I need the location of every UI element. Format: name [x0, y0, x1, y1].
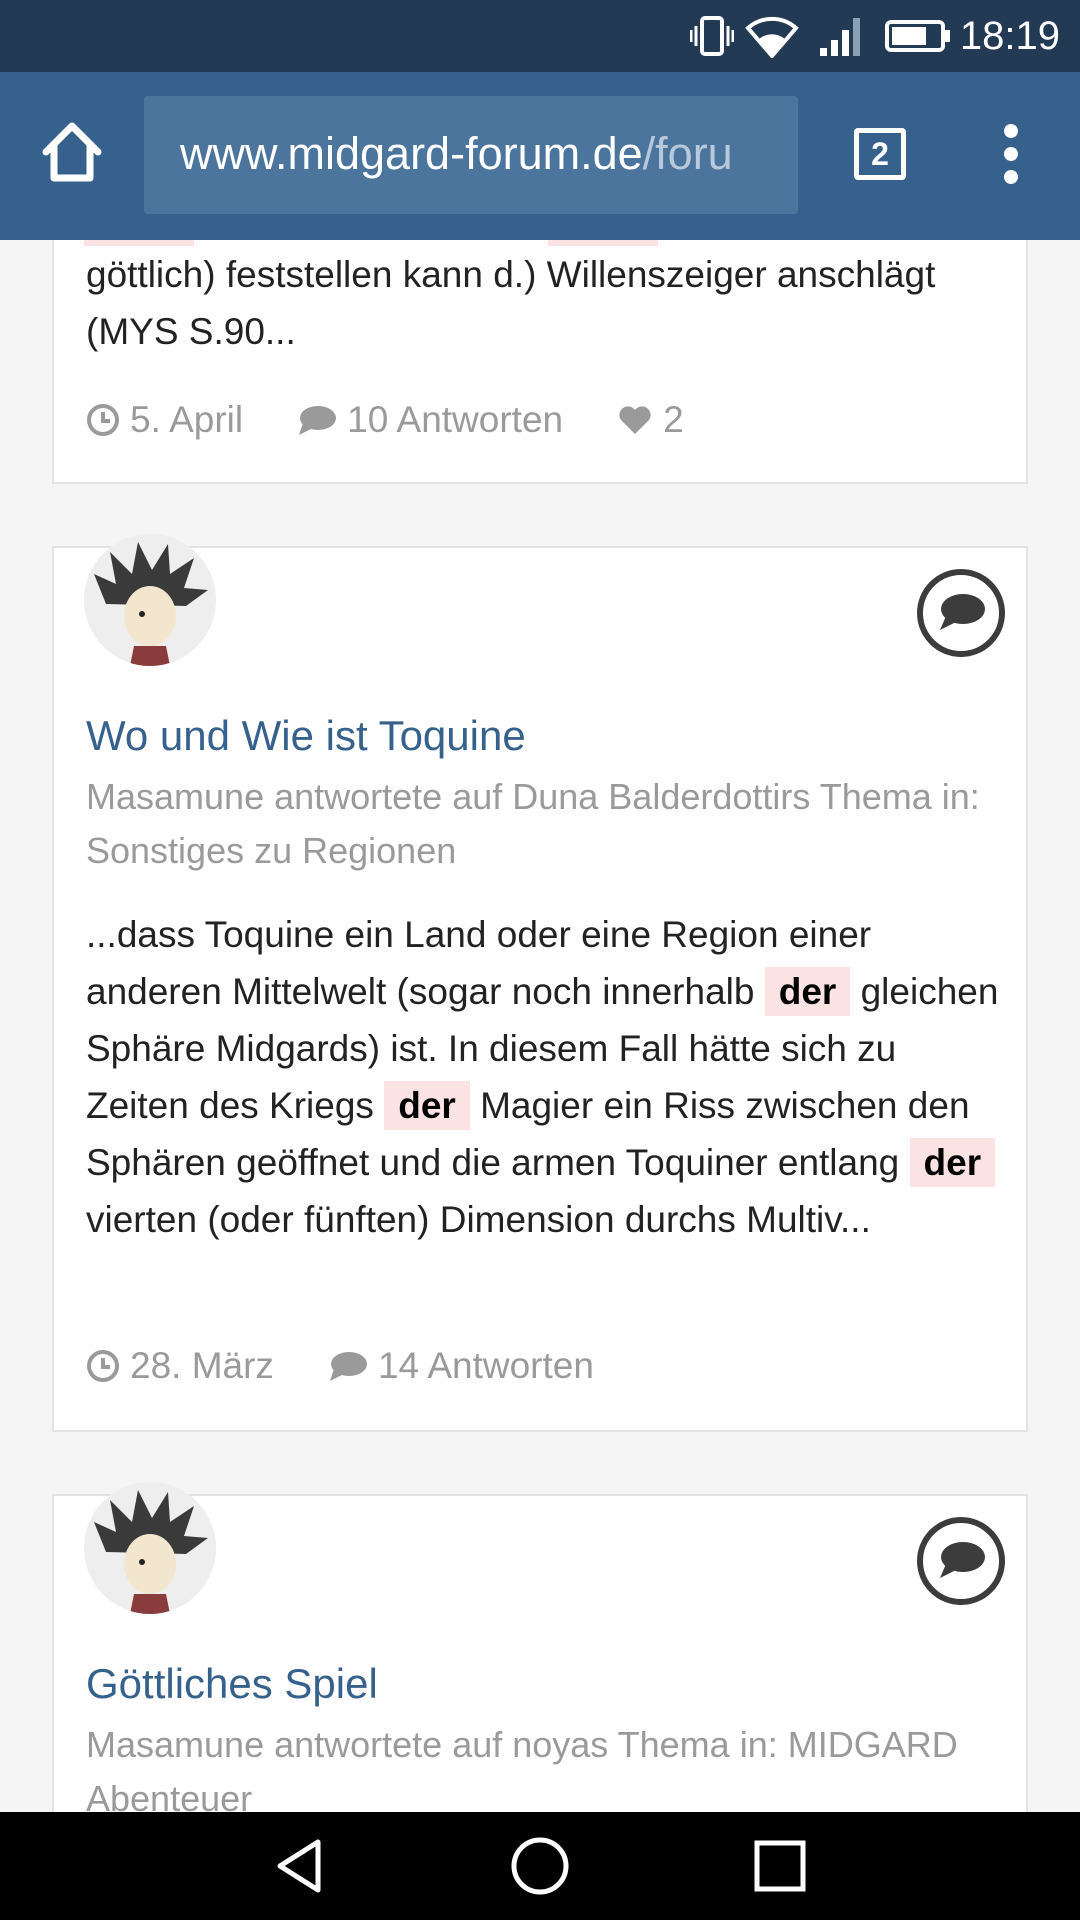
tabs-button[interactable]: 2 — [854, 128, 906, 180]
search-highlight: der — [764, 967, 851, 1016]
back-icon[interactable] — [270, 1836, 330, 1896]
avatar[interactable] — [84, 534, 216, 666]
result-card: göttlich) feststellen kann d.) Willensze… — [52, 240, 1028, 484]
excerpt-line: (MYS S.90... — [86, 311, 296, 352]
post-title-link[interactable]: Göttliches Spiel — [86, 1658, 378, 1710]
avatar-image — [84, 534, 216, 666]
excerpt-text: vierten (oder fünften) Dimension durchs … — [86, 1199, 871, 1240]
home-icon[interactable] — [38, 118, 106, 186]
date-text: 5. April — [130, 399, 244, 440]
url-text: www.midgard-forum.de/foru — [180, 126, 733, 182]
excerpt-line: göttlich) feststellen kann d.) Willensze… — [86, 254, 936, 295]
comment-bubble-icon — [917, 569, 1005, 657]
heart-icon — [619, 406, 651, 434]
post-meta: Masamune antwortete auf Duna Balderdotti… — [86, 776, 980, 871]
search-results: göttlich) feststellen kann d.) Willensze… — [0, 240, 1080, 1812]
post-date: 28. März — [86, 1342, 274, 1390]
address-bar[interactable]: www.midgard-forum.de/foru — [144, 96, 798, 214]
post-stats: 28. März 14 Antworten — [86, 1342, 648, 1390]
reply-text: 10 Antworten — [347, 399, 564, 440]
reply-count: 10 Antworten — [297, 396, 563, 444]
result-card: Göttliches Spiel Masamune antwortete auf… — [52, 1482, 1028, 1812]
signal-icon — [820, 18, 860, 56]
wifi-icon — [745, 16, 799, 58]
overflow-menu-icon[interactable] — [996, 124, 1026, 184]
search-highlight: der — [909, 1138, 996, 1187]
post-excerpt: göttlich) feststellen kann d.) Willensze… — [86, 246, 1006, 360]
clock: 18:19 — [959, 14, 1060, 58]
excerpt-text: ...dass Toquine ein Land oder eine Regio… — [86, 914, 872, 1012]
url-path: /foru — [642, 128, 733, 179]
avatar-image — [84, 1482, 216, 1614]
url-domain: www.midgard-forum.de — [180, 128, 643, 179]
result-card: Wo und Wie ist Toquine Masamune antworte… — [52, 534, 1028, 1432]
status-bar: 18:19 — [0, 0, 1080, 72]
comment-bubble-icon — [917, 1517, 1005, 1605]
browser-toolbar: www.midgard-forum.de/foru 2 — [0, 72, 1080, 240]
like-text: 2 — [663, 399, 684, 440]
battery-icon — [885, 20, 950, 52]
home-circle-icon[interactable] — [510, 1836, 570, 1896]
vibrate-icon — [690, 16, 734, 56]
comment-icon — [299, 406, 337, 435]
reply-count: 14 Antworten — [328, 1342, 594, 1390]
recents-icon[interactable] — [750, 1836, 810, 1896]
search-highlight: der — [384, 1081, 470, 1130]
post-title-link[interactable]: Wo und Wie ist Toquine — [86, 710, 526, 762]
like-count: 2 — [617, 396, 684, 444]
post-excerpt: ...dass Toquine ein Land oder eine Regio… — [86, 906, 1006, 1248]
clock-icon — [87, 1350, 119, 1382]
comment-icon — [329, 1352, 367, 1381]
post-meta: Masamune antwortete auf noyas Thema in: … — [86, 1724, 958, 1812]
date-text: 28. März — [130, 1345, 274, 1386]
post-stats: 5. April 10 Antworten 2 — [86, 396, 738, 444]
reply-text: 14 Antworten — [377, 1345, 594, 1386]
clock-icon — [87, 404, 119, 436]
avatar[interactable] — [84, 1482, 216, 1614]
system-navigation-bar — [0, 1812, 1080, 1920]
post-date: 5. April — [86, 396, 243, 444]
